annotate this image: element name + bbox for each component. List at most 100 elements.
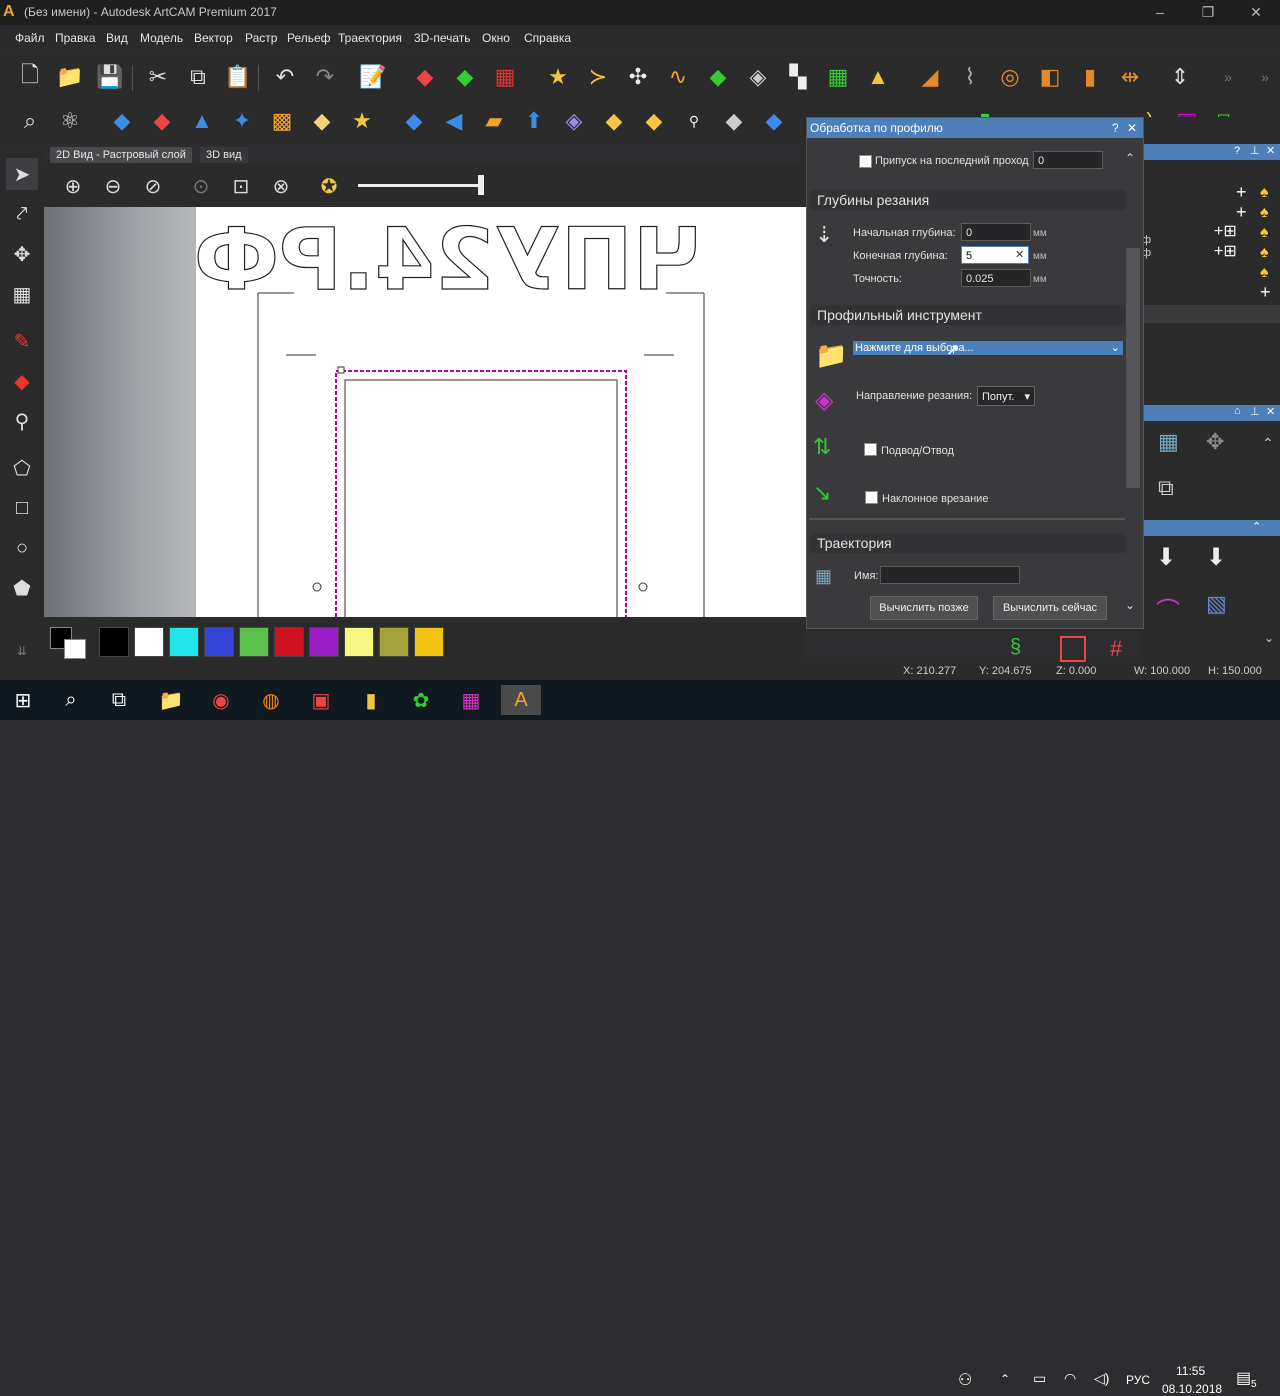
zoom-slider-handle[interactable] — [478, 175, 484, 195]
menu-raster[interactable]: Растр — [245, 31, 277, 45]
redo-icon[interactable]: ↷ — [310, 62, 340, 92]
lead-in-checkbox[interactable] — [864, 443, 877, 456]
tool-folder-icon[interactable]: 📁 — [815, 340, 847, 371]
move-icon[interactable]: ✥ — [6, 238, 38, 270]
mirror-icon[interactable]: ⇹ — [1115, 62, 1145, 92]
layout-icon[interactable]: ▦ — [1158, 429, 1179, 455]
dialog-scrollbar[interactable] — [1126, 248, 1140, 488]
scale-icon[interactable]: ⇕ — [1165, 62, 1195, 92]
select-arrow-icon[interactable]: ➤ — [6, 158, 38, 190]
plus-grid-icon[interactable]: +⊞ +⊞ — [1214, 222, 1237, 262]
zoom-1to1-icon[interactable]: ⊙ — [187, 173, 215, 199]
dock-close-icon[interactable]: ✕ — [1266, 144, 1275, 157]
last-pass-input[interactable]: 0 — [1033, 151, 1103, 169]
relief-point-icon[interactable]: ◆ — [599, 106, 629, 136]
calculate-later-button[interactable]: Вычислить позже — [870, 596, 978, 620]
toolpath-icon[interactable]: § — [1010, 636, 1021, 659]
menu-model[interactable]: Модель — [140, 31, 183, 45]
stamp-icon[interactable]: ▲ — [863, 62, 893, 92]
app-red-icon[interactable]: ▣ — [301, 685, 341, 715]
zoom-fit-icon[interactable]: ⊗ — [267, 173, 295, 199]
plus-icon[interactable]: + + — [1236, 182, 1247, 222]
relief-blue-icon[interactable]: ◆ — [107, 106, 137, 136]
inner-rectangle[interactable] — [344, 379, 618, 617]
design-text[interactable]: ЧПУ24.РФ — [196, 209, 703, 310]
zoom-frame-icon[interactable]: ⌕ — [15, 106, 45, 136]
selection-handle[interactable] — [337, 366, 345, 374]
ramp-icon[interactable]: ⌒ — [1156, 591, 1180, 626]
clock-date[interactable]: 08.10.2018 — [1162, 1382, 1222, 1396]
undo-icon[interactable]: ↶ — [270, 62, 300, 92]
relief-split-icon[interactable]: ◀ — [439, 106, 469, 136]
relief-copy-icon[interactable]: ◆ — [719, 106, 749, 136]
cylinder-icon[interactable]: ▮ — [1075, 62, 1105, 92]
expand-down-icon[interactable]: ⌄ — [1264, 631, 1274, 645]
dock-pin-icon[interactable]: ⊥ — [1250, 405, 1260, 418]
tool-yellow-icon[interactable]: ♠ ♠ ♠ ♠ ♠ — [1260, 183, 1269, 283]
hole-right[interactable] — [638, 582, 648, 592]
scroll-up-icon[interactable]: ⌃ — [1125, 151, 1135, 165]
save-icon[interactable]: 💾 — [95, 62, 125, 92]
relief-red-icon[interactable]: ◆ — [147, 106, 177, 136]
toolpath-name-input[interactable] — [880, 566, 1020, 584]
magnifier-icon[interactable]: ⚲ — [6, 405, 38, 437]
menu-toolpath[interactable]: Траектория — [338, 31, 402, 45]
swatch-cyan[interactable] — [169, 627, 199, 657]
sheet-icon[interactable] — [1060, 636, 1086, 662]
direction-select[interactable]: Попут. ▾ — [977, 386, 1035, 406]
star-folder-icon[interactable]: ★ — [347, 106, 377, 136]
menu-edit[interactable]: Правка — [55, 31, 96, 45]
swatch-gold[interactable] — [414, 627, 444, 657]
swatch-light-yellow[interactable] — [344, 627, 374, 657]
transform-icon[interactable]: ⧉ — [1158, 475, 1174, 501]
swatch-red[interactable] — [274, 627, 304, 657]
download-stack-icon[interactable]: ⬇ — [1206, 543, 1226, 572]
plaque-outline[interactable] — [257, 292, 705, 617]
relief-add-icon[interactable]: ▲ — [187, 106, 217, 136]
tab-2d-view[interactable]: 2D Вид - Растровый слой — [50, 147, 192, 163]
restore-button[interactable]: ❐ — [1188, 2, 1228, 22]
windows-start-icon[interactable]: ⊞ — [3, 685, 43, 715]
zoom-previous-icon[interactable]: ⊘ — [139, 173, 167, 199]
menu-help[interactable]: Справка — [524, 31, 571, 45]
menu-view[interactable]: Вид — [106, 31, 128, 45]
transform-grid-icon[interactable]: ▦ — [6, 278, 38, 310]
menu-window[interactable]: Окно — [482, 31, 510, 45]
polyline-icon[interactable]: ⬠ — [6, 452, 38, 484]
relief-yellow-icon[interactable]: ◆ — [307, 106, 337, 136]
tray-up-icon[interactable]: ⌃ — [1000, 1372, 1010, 1386]
relief-dome-icon[interactable]: ◈ — [559, 106, 589, 136]
download-icon[interactable]: ⬇ — [1156, 543, 1176, 572]
dialog-close-button[interactable]: ✕ — [1127, 121, 1137, 135]
calculate-now-button[interactable]: Вычислить сейчас — [993, 596, 1107, 620]
language-indicator[interactable]: РУС — [1126, 1373, 1150, 1387]
start-depth-input[interactable]: 0 — [961, 223, 1031, 241]
weave-icon[interactable]: ▩ — [267, 106, 297, 136]
relief-combine-icon[interactable]: ✦ — [227, 106, 257, 136]
swatch-purple[interactable] — [309, 627, 339, 657]
new-file-icon[interactable]: 🗋 — [15, 62, 45, 92]
profile-path-icon[interactable]: ⌇ — [955, 62, 985, 92]
tool-select-dropdown[interactable]: Нажмите для выбора... ⌄ — [853, 341, 1123, 355]
layers-icon[interactable]: ▦ — [490, 62, 520, 92]
node-select-icon[interactable]: ⤤ — [6, 198, 38, 230]
star-folder-icon[interactable]: ★ — [543, 62, 573, 92]
collapse-icon[interactable]: ⌃ — [1252, 520, 1261, 533]
dock-close-icon[interactable]: ✕ — [1266, 405, 1275, 418]
plus-icon[interactable]: + — [1260, 282, 1271, 303]
vector-curve-icon[interactable]: ≻ — [583, 62, 613, 92]
dialog-help-button[interactable]: ? — [1112, 121, 1119, 135]
eraser-icon[interactable]: ◆ — [410, 62, 440, 92]
menu-relief[interactable]: Рельеф — [287, 31, 331, 45]
wifi-icon[interactable]: ◠ — [1064, 1370, 1076, 1387]
notification-icon[interactable]: ▤ — [1236, 1368, 1251, 1388]
move-gray-icon[interactable]: ✥ — [1206, 429, 1224, 455]
picasa-icon[interactable]: ✿ — [401, 685, 441, 715]
menu-file[interactable]: Файл — [15, 31, 45, 45]
extrude-icon[interactable]: ◢ — [915, 62, 945, 92]
node-edit-icon[interactable]: ✣ — [623, 62, 653, 92]
fill-eraser-icon[interactable]: ◆ — [6, 365, 38, 397]
close-button[interactable]: ✕ — [1236, 2, 1276, 22]
grid-green-icon[interactable]: ▦ — [823, 62, 853, 92]
clear-input-icon[interactable]: ✕ — [1015, 248, 1024, 261]
